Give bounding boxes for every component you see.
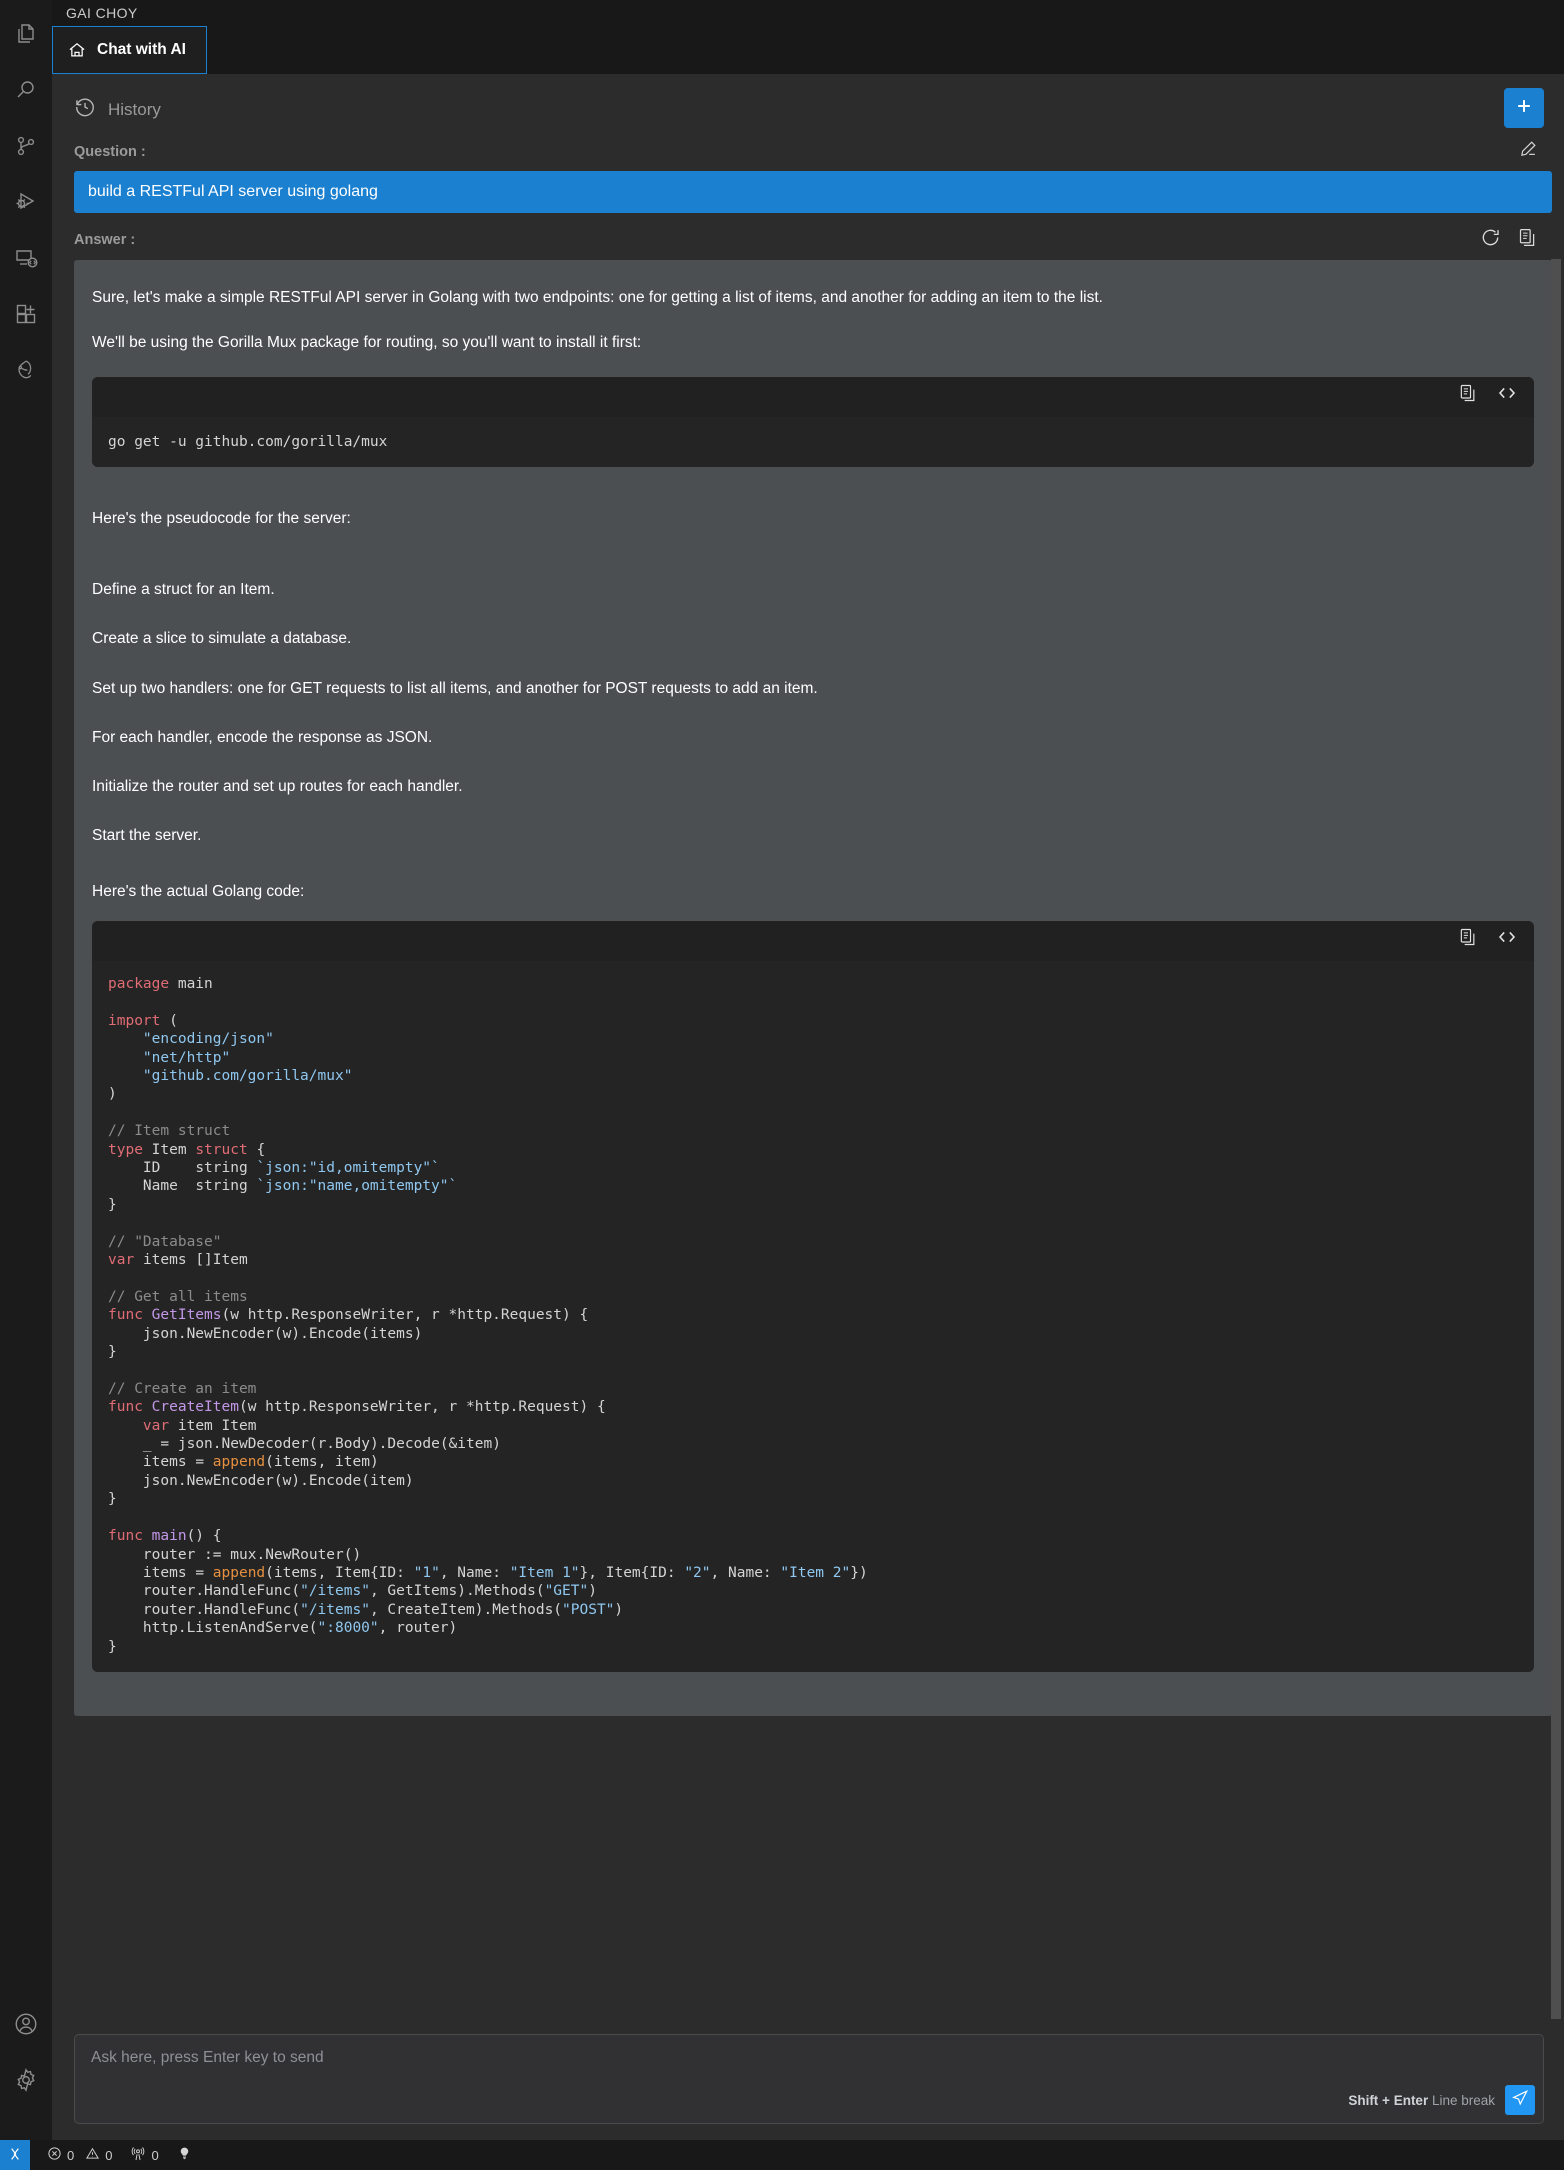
code-toolbar xyxy=(92,920,1534,961)
code-block-install: go get -u github.com/gorilla/mux xyxy=(92,376,1534,467)
answer-paragraph: We'll be using the Gorilla Mux package f… xyxy=(92,334,642,352)
copy-icon[interactable] xyxy=(1458,383,1478,410)
code-intro: Here's the actual Golang code: xyxy=(92,882,305,900)
lightbulb-icon xyxy=(177,2146,192,2164)
answer-actions xyxy=(1480,227,1546,253)
accounts-icon[interactable] xyxy=(0,1996,52,2052)
composer-footer: Shift + Enter Line break xyxy=(1348,2085,1535,2115)
pencil-icon[interactable] xyxy=(1518,139,1538,164)
pseudocode-step: For each handler, encode the response as… xyxy=(92,728,433,746)
remote-explorer-icon[interactable] xyxy=(0,230,52,286)
search-icon[interactable] xyxy=(0,62,52,118)
status-bar: 0 0 0 xyxy=(0,2140,1564,2170)
code-brackets-icon[interactable] xyxy=(1496,927,1518,954)
title-bar: GAI CHOY xyxy=(52,0,1564,26)
explorer-icon[interactable] xyxy=(0,6,52,62)
history-label: History xyxy=(108,99,161,119)
tab-bar: Chat with AI xyxy=(52,26,1564,74)
pseudocode-intro: Here's the pseudocode for the server: xyxy=(92,509,351,527)
error-count: 0 xyxy=(67,2147,75,2163)
question-label: Question : xyxy=(74,143,146,160)
code-block-golang: package main import ( "encoding/json" "n… xyxy=(92,920,1534,1672)
error-icon xyxy=(47,2146,62,2164)
history-row: History xyxy=(52,74,1564,139)
chat-panel: History Question : build a RESTFul API s… xyxy=(52,74,1564,2140)
code-text-golang: package main import ( "encoding/json" "n… xyxy=(92,960,1534,1672)
answer-label: Answer : xyxy=(74,232,136,248)
warning-count: 0 xyxy=(105,2147,113,2163)
pseudocode-step: Initialize the router and set up routes … xyxy=(92,778,463,796)
warning-icon xyxy=(85,2146,100,2164)
question-header: Question : xyxy=(74,139,1552,164)
notifications-status[interactable] xyxy=(168,2140,201,2170)
pseudocode-step: Set up two handlers: one for GET request… xyxy=(92,679,818,697)
tab-label: Chat with AI xyxy=(97,41,186,58)
activity-bar xyxy=(0,0,52,2140)
pseudocode-step: Start the server. xyxy=(92,827,202,845)
plus-icon xyxy=(1514,96,1534,121)
line-break-hint: Shift + Enter Line break xyxy=(1348,2093,1495,2108)
manage-settings-icon[interactable] xyxy=(0,2052,52,2108)
gai-choy-icon[interactable] xyxy=(0,342,52,398)
answer-header: Answer : xyxy=(74,227,1552,253)
chat-input-placeholder: Ask here, press Enter key to send xyxy=(91,2049,324,2066)
answer-paragraph: Sure, let's make a simple RESTFul API se… xyxy=(92,289,1103,306)
code-text-install: go get -u github.com/gorilla/mux xyxy=(92,416,1534,467)
new-chat-button[interactable] xyxy=(1504,88,1544,128)
copy-icon[interactable] xyxy=(1517,227,1538,253)
composer: Ask here, press Enter key to send Shift … xyxy=(52,2020,1564,2140)
run-and-debug-icon[interactable] xyxy=(0,174,52,230)
copy-icon[interactable] xyxy=(1458,927,1478,954)
question-text[interactable]: build a RESTFul API server using golang xyxy=(74,171,1552,213)
main-area: GAI CHOY Chat with AI History Question:… xyxy=(52,0,1564,2140)
hint-bold: Shift + Enter xyxy=(1348,2092,1429,2108)
radio-tower-icon xyxy=(130,2146,146,2165)
window-body: GAI CHOY Chat with AI History Question:… xyxy=(0,0,1564,2140)
remote-window-icon xyxy=(7,2146,23,2165)
remote-window-indicator[interactable] xyxy=(0,2140,30,2170)
hint-rest: Line break xyxy=(1428,2092,1495,2108)
ports-status[interactable]: 0 xyxy=(121,2140,167,2170)
refresh-icon[interactable] xyxy=(1480,227,1501,253)
question-actions xyxy=(1518,139,1546,164)
vertical-scrollbar[interactable] xyxy=(1551,259,1561,2019)
conversation-scroll-area[interactable]: Question : build a RESTFul API server us… xyxy=(52,139,1564,2020)
source-control-icon[interactable] xyxy=(0,118,52,174)
code-brackets-icon[interactable] xyxy=(1496,383,1518,410)
code-toolbar xyxy=(92,376,1534,417)
problems-status[interactable]: 0 0 xyxy=(38,2140,121,2170)
vscode-window: GAI CHOY Chat with AI History Question:… xyxy=(0,0,1564,2170)
send-icon xyxy=(1511,2089,1529,2112)
pseudocode-step: Define a struct for an Item. xyxy=(92,581,275,599)
answer-body: Sure, let's make a simple RESTFul API se… xyxy=(74,260,1552,1716)
extensions-icon[interactable] xyxy=(0,286,52,342)
send-button[interactable] xyxy=(1505,2085,1535,2115)
chat-input-box[interactable]: Ask here, press Enter key to send Shift … xyxy=(74,2034,1544,2124)
window-title: GAI CHOY xyxy=(66,5,138,21)
tab-chat-with-ai[interactable]: Chat with AI xyxy=(52,26,207,74)
home-icon xyxy=(67,40,87,60)
pseudocode-step: Create a slice to simulate a database. xyxy=(92,630,352,648)
ports-count: 0 xyxy=(151,2147,159,2163)
history-icon[interactable] xyxy=(74,96,96,123)
